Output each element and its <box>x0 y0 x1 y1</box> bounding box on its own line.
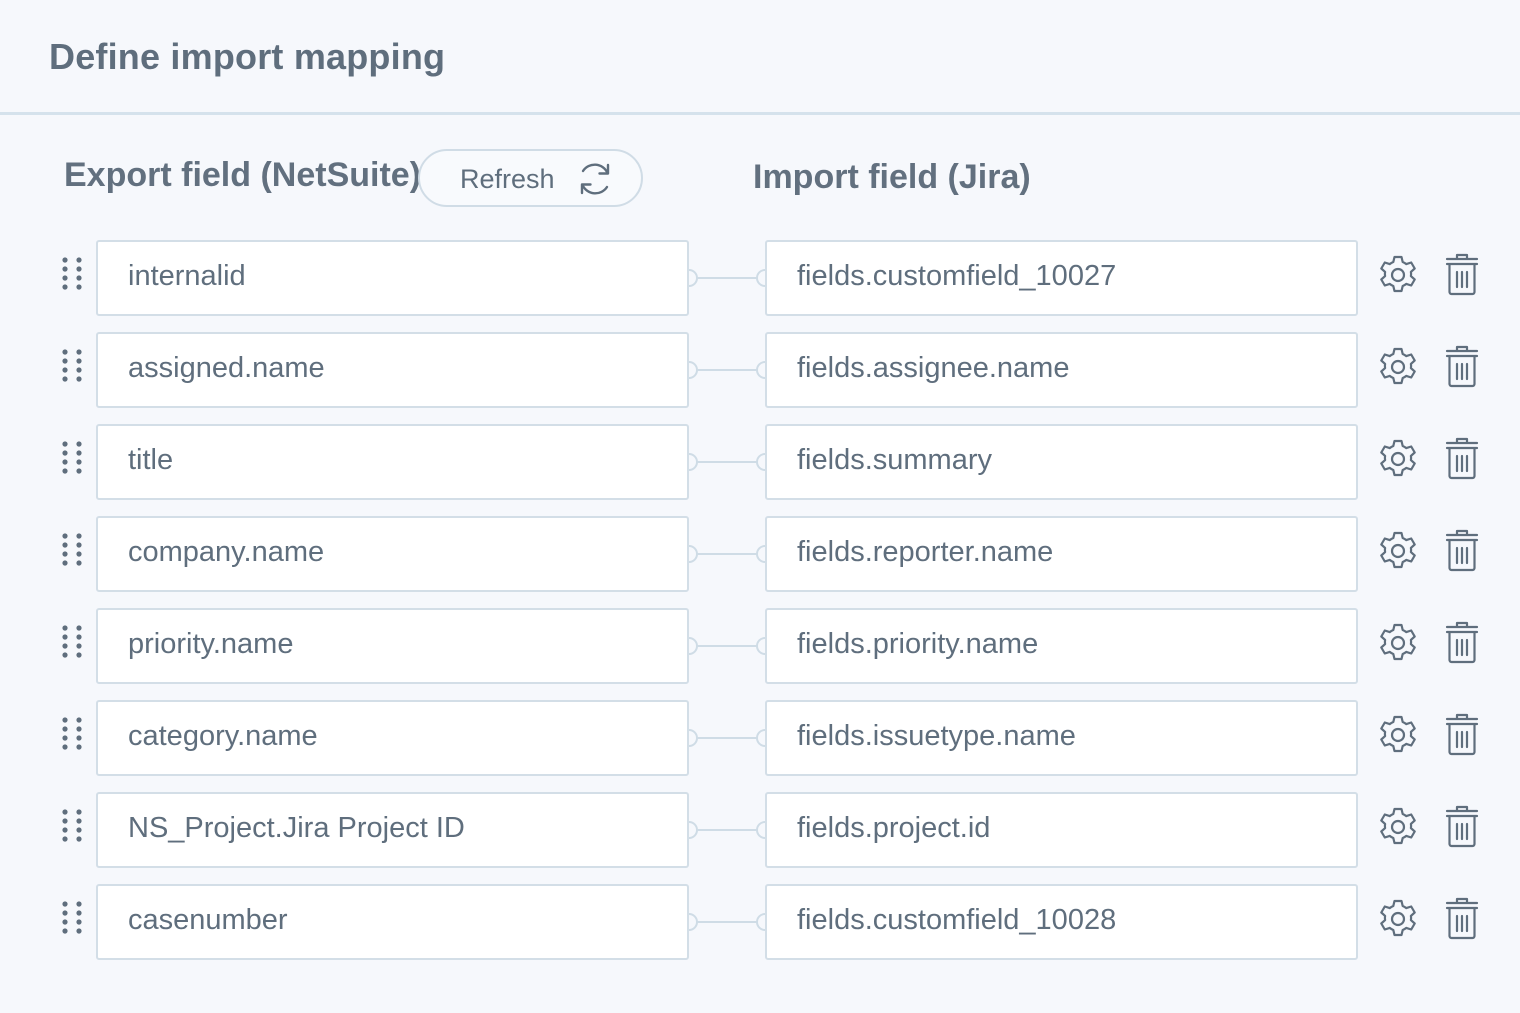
export-field-input[interactable]: category.name <box>96 700 689 776</box>
drag-handle-icon[interactable] <box>60 808 84 842</box>
drag-handle-icon[interactable] <box>60 440 84 474</box>
import-field-input[interactable]: fields.issuetype.name <box>765 700 1358 776</box>
mapping-connector <box>684 268 770 288</box>
drag-handle-icon[interactable] <box>60 716 84 750</box>
refresh-icon <box>580 163 610 195</box>
gear-icon[interactable] <box>1377 254 1419 296</box>
export-field-input[interactable]: company.name <box>96 516 689 592</box>
drag-handle-icon[interactable] <box>60 256 84 290</box>
mapping-row: NS_Project.Jira Project ID fields.project… <box>0 792 1520 868</box>
drag-handle-icon[interactable] <box>60 532 84 566</box>
page-title: Define import mapping <box>49 36 446 77</box>
mapping-connector <box>684 912 770 932</box>
drag-handle-icon[interactable] <box>60 624 84 658</box>
mapping-connector <box>684 544 770 564</box>
export-field-input[interactable]: title <box>96 424 689 500</box>
mapping-row: category.name fields.issuetype.name <box>0 700 1520 776</box>
gear-icon[interactable] <box>1377 898 1419 940</box>
mapping-connector <box>684 820 770 840</box>
page-header: Define import mapping <box>0 0 1520 115</box>
import-field-input[interactable]: fields.project.id <box>765 792 1358 868</box>
mapping-connector <box>684 452 770 472</box>
export-field-input[interactable]: NS_Project.Jira Project ID <box>96 792 689 868</box>
gear-icon[interactable] <box>1377 714 1419 756</box>
import-field-input[interactable]: fields.assignee.name <box>765 332 1358 408</box>
import-field-input[interactable]: fields.priority.name <box>765 608 1358 684</box>
mapping-row: casenumber fields.customfield_10028 <box>0 884 1520 960</box>
mapping-row: internalid fields.customfield_10027 <box>0 240 1520 316</box>
import-field-input[interactable]: fields.summary <box>765 424 1358 500</box>
mapping-connector <box>684 728 770 748</box>
gear-icon[interactable] <box>1377 438 1419 480</box>
export-field-input[interactable]: assigned.name <box>96 332 689 408</box>
refresh-button-label: Refresh <box>460 164 555 194</box>
mapping-connector <box>684 360 770 380</box>
trash-icon[interactable] <box>1444 620 1480 664</box>
mapping-row: priority.name fields.priority.name <box>0 608 1520 684</box>
drag-handle-icon[interactable] <box>60 348 84 382</box>
export-field-input[interactable]: casenumber <box>96 884 689 960</box>
import-field-input[interactable]: fields.customfield_10027 <box>765 240 1358 316</box>
trash-icon[interactable] <box>1444 344 1480 388</box>
drag-handle-icon[interactable] <box>60 900 84 934</box>
mapping-connector <box>684 636 770 656</box>
export-field-input[interactable]: internalid <box>96 240 689 316</box>
refresh-button[interactable]: Refresh <box>418 149 643 207</box>
trash-icon[interactable] <box>1444 436 1480 480</box>
trash-icon[interactable] <box>1444 252 1480 296</box>
import-field-input[interactable]: fields.customfield_10028 <box>765 884 1358 960</box>
trash-icon[interactable] <box>1444 804 1480 848</box>
export-column-title: Export field (NetSuite) <box>64 156 422 194</box>
gear-icon[interactable] <box>1377 806 1419 848</box>
export-field-input[interactable]: priority.name <box>96 608 689 684</box>
gear-icon[interactable] <box>1377 530 1419 572</box>
mapping-row: assigned.name fields.assignee.name <box>0 332 1520 408</box>
trash-icon[interactable] <box>1444 896 1480 940</box>
gear-icon[interactable] <box>1377 622 1419 664</box>
gear-icon[interactable] <box>1377 346 1419 388</box>
mapping-row: company.name fields.reporter.name <box>0 516 1520 592</box>
import-field-input[interactable]: fields.reporter.name <box>765 516 1358 592</box>
trash-icon[interactable] <box>1444 712 1480 756</box>
import-column-title: Import field (Jira) <box>753 158 1031 196</box>
mapping-row: title fields.summary <box>0 424 1520 500</box>
trash-icon[interactable] <box>1444 528 1480 572</box>
